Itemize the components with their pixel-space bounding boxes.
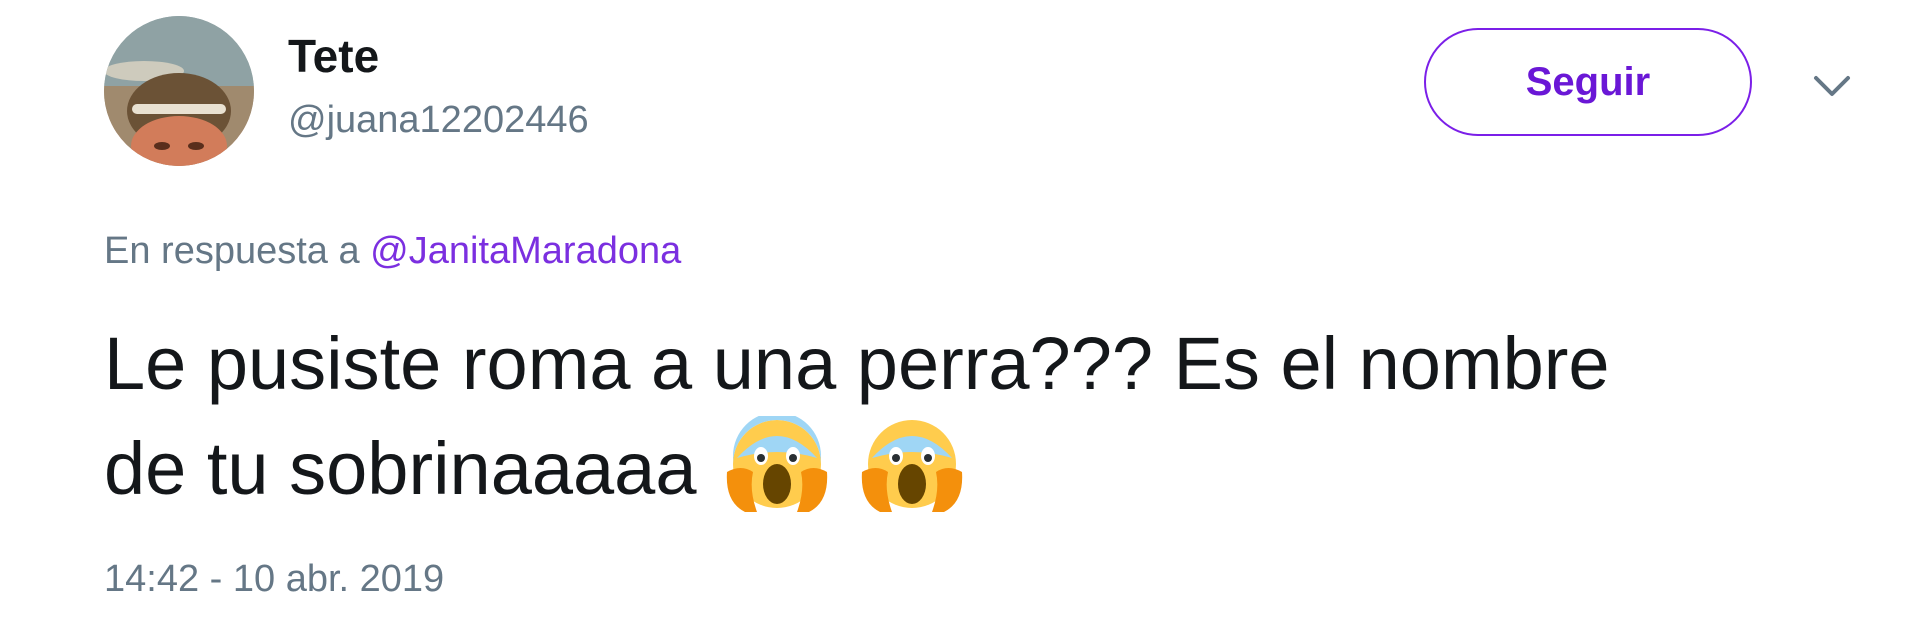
tweet-timestamp[interactable]: 14:42 - 10 abr. 2019 <box>104 554 444 604</box>
screaming-in-fear-emoji-icon <box>723 412 831 543</box>
screaming-in-fear-emoji-icon <box>858 416 966 543</box>
tweet-card: Tete @juana12202446 Seguir En respuesta … <box>0 0 1920 628</box>
reply-prefix: En respuesta a <box>104 230 360 272</box>
tweet-text-line: de tu sobrinaaaaa <box>104 427 697 510</box>
reply-context: En respuesta a @JanitaMaradona <box>104 226 681 276</box>
tweet-text-line-2: de tu sobrinaaaaa <box>104 412 1844 543</box>
user-handle[interactable]: @juana12202446 <box>288 96 589 144</box>
avatar[interactable] <box>104 16 254 166</box>
chevron-down-icon[interactable] <box>1808 66 1856 106</box>
follow-button[interactable]: Seguir <box>1424 28 1752 136</box>
tweet-text-line: Le pusiste roma a una perra??? Es el nom… <box>104 322 1610 405</box>
display-name[interactable]: Tete <box>288 28 379 84</box>
tweet-text: Le pusiste roma a una perra??? Es el nom… <box>104 312 1844 543</box>
reply-to-link[interactable]: @JanitaMaradona <box>370 230 681 272</box>
